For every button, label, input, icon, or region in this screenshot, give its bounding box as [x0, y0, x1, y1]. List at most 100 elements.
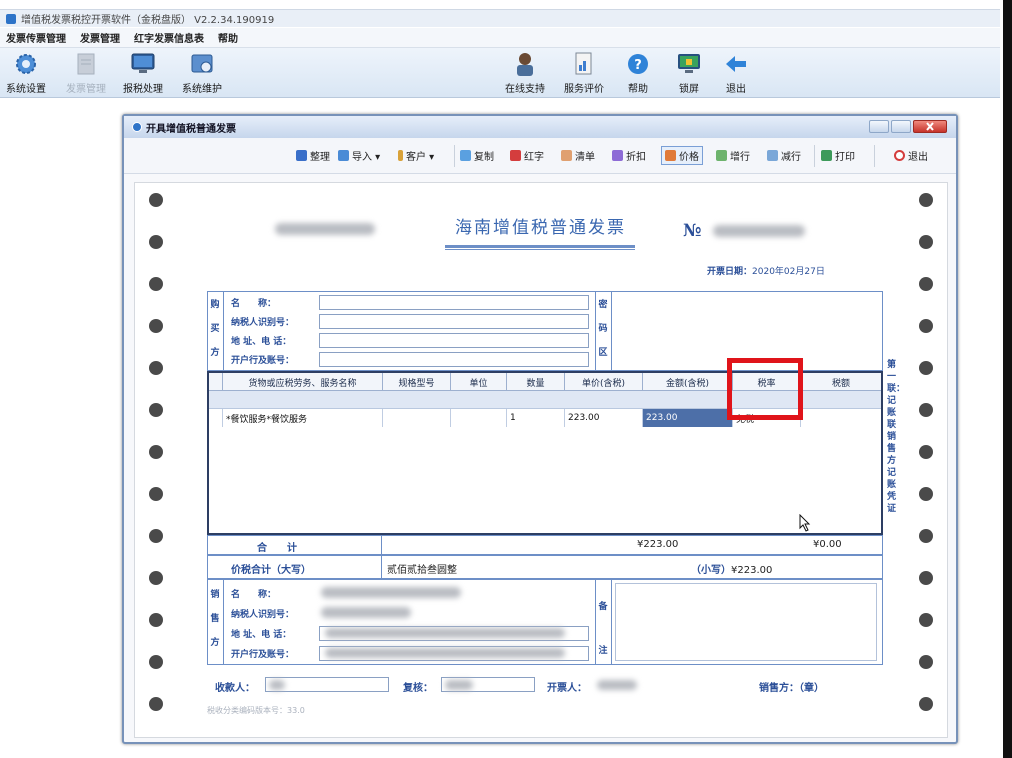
tractor-hole [919, 487, 933, 501]
lock-screen-icon [676, 51, 702, 77]
window-exit-button[interactable]: 退出 [894, 148, 928, 163]
total-row [207, 535, 883, 555]
system-maintenance-button[interactable]: 系统维护 [182, 51, 222, 95]
tractor-hole [919, 235, 933, 249]
col-unit-price: 单价(含税) [565, 373, 643, 391]
service-rating-button[interactable]: 服务评价 [564, 51, 604, 95]
print-button[interactable]: 打印 [821, 148, 855, 163]
tidy-button[interactable]: 整理 [296, 148, 330, 163]
tractor-hole [919, 445, 933, 459]
buyer-address-input[interactable] [319, 333, 589, 348]
red-invoice-button[interactable]: 红字 [510, 148, 544, 163]
total-label: 合 计 [257, 543, 297, 554]
divider [381, 535, 382, 555]
support-person-icon [512, 51, 538, 77]
cell-tax[interactable] [801, 409, 881, 427]
system-settings-button[interactable]: 系统设置 [6, 51, 46, 95]
help-button[interactable]: ? 帮助 [625, 51, 651, 95]
remark-side-label: 备注 [598, 602, 608, 656]
maintenance-icon [189, 51, 215, 77]
col-unit: 单位 [451, 373, 507, 391]
minimize-button[interactable] [869, 120, 889, 133]
copy-button[interactable]: 复制 [460, 148, 494, 163]
divider [595, 579, 596, 665]
price-button[interactable]: 价格 [661, 146, 703, 165]
cell-spec[interactable] [383, 409, 451, 427]
menu-item-invoice-transfer[interactable]: 发票传票管理 [6, 30, 66, 45]
invoice-icon [73, 51, 99, 77]
tractor-hole [919, 193, 933, 207]
maximize-button[interactable] [891, 120, 911, 133]
toolbar-separator [454, 145, 455, 167]
mouse-cursor [799, 513, 811, 536]
tractor-hole [919, 613, 933, 627]
app-window: 增值税发票税控开票软件（金税盘版） V2.2.34.190919 发票传票管理 … [0, 0, 1012, 758]
tractor-hole [149, 529, 163, 543]
import-button[interactable]: 导入 ▾ [338, 148, 380, 163]
tidy-icon [296, 150, 307, 161]
menu-item-invoice-management[interactable]: 发票管理 [80, 30, 120, 45]
tractor-hole [149, 277, 163, 291]
cell-amount[interactable]: 223.00 [643, 409, 733, 427]
divider [381, 555, 382, 579]
help-icon: ? [625, 51, 651, 77]
tractor-hole [149, 697, 163, 711]
buyer-bank-input[interactable] [319, 352, 589, 367]
buyer-name-input[interactable] [319, 295, 589, 310]
issue-date: 开票日期：2020年02月27日 [707, 267, 825, 277]
delete-row-button[interactable]: 减行 [767, 148, 801, 163]
exit-button[interactable]: 退出 [723, 51, 749, 95]
cell-quantity[interactable]: 1 [507, 409, 565, 427]
menu-bar: 发票传票管理 发票管理 红字发票信息表 帮助 [0, 28, 1000, 48]
invoice-title: 海南增值税普通发票 [455, 218, 626, 238]
tractor-hole [919, 655, 933, 669]
tractor-hole [149, 235, 163, 249]
reviewer-label: 复核： [403, 683, 433, 694]
invoice-window-title: 开具增值税普通发票 [146, 123, 236, 135]
menu-item-red-invoice[interactable]: 红字发票信息表 [134, 30, 204, 45]
redacted-issuer [597, 680, 637, 690]
add-row-button[interactable]: 增行 [716, 148, 750, 163]
divider [611, 291, 612, 371]
menu-item-help[interactable]: 帮助 [218, 30, 238, 45]
lock-screen-button[interactable]: 锁屏 [676, 51, 702, 95]
issuer-label: 开票人： [547, 683, 587, 694]
grand-total-lower: （小写）¥223.00 [691, 565, 773, 576]
cell-unit[interactable] [451, 409, 507, 427]
tax-rate-highlight [727, 358, 803, 420]
gear-icon [13, 51, 39, 77]
print-icon [821, 150, 832, 161]
tractor-hole [919, 529, 933, 543]
copy-note: 第一联：记账联 销售方记账凭证 [887, 360, 906, 514]
redacted-reviewer [445, 680, 473, 690]
discount-button[interactable]: 折扣 [612, 148, 646, 163]
invoice-management-button[interactable]: 发票管理 [66, 51, 106, 95]
tractor-hole [919, 571, 933, 585]
grand-total-upper: 贰佰贰拾叁圆整 [387, 565, 457, 576]
window-logo-icon [132, 122, 142, 132]
cell-unit-price[interactable]: 223.00 [565, 409, 643, 427]
total-amount: ¥223.00 [637, 539, 679, 550]
tax-report-button[interactable]: 报税处理 [123, 51, 163, 95]
title-underline [445, 245, 635, 248]
online-support-button[interactable]: 在线支持 [505, 51, 545, 95]
buyer-taxid-input[interactable] [319, 314, 589, 329]
close-button[interactable] [913, 120, 947, 133]
tractor-hole [149, 487, 163, 501]
tractor-hole [149, 403, 163, 417]
divider [595, 291, 596, 371]
main-toolbar: 系统设置 发票管理 报税处理 系统维护 在线支持 服务评价 ? 帮助 锁屏 退出 [0, 48, 1000, 98]
remark-textarea[interactable] [615, 583, 877, 661]
monitor-icon [130, 51, 156, 77]
toolbar-separator [874, 145, 875, 167]
discount-icon [612, 150, 623, 161]
redacted-code [275, 223, 375, 235]
redacted-seller-bank [325, 648, 565, 658]
list-button[interactable]: 清单 [561, 148, 595, 163]
redacted-seller-taxid [321, 607, 411, 618]
customer-button[interactable]: 客户 ▾ [398, 148, 434, 163]
invoice-toolbar: 整理 导入 ▾ 客户 ▾ 复制 红字 清单 折扣 价格 增行 减行 打印 退出 [124, 138, 956, 174]
tractor-hole [149, 571, 163, 585]
col-spec: 规格型号 [383, 373, 451, 391]
cell-goods-name[interactable]: *餐饮服务*餐饮服务 [223, 409, 383, 427]
